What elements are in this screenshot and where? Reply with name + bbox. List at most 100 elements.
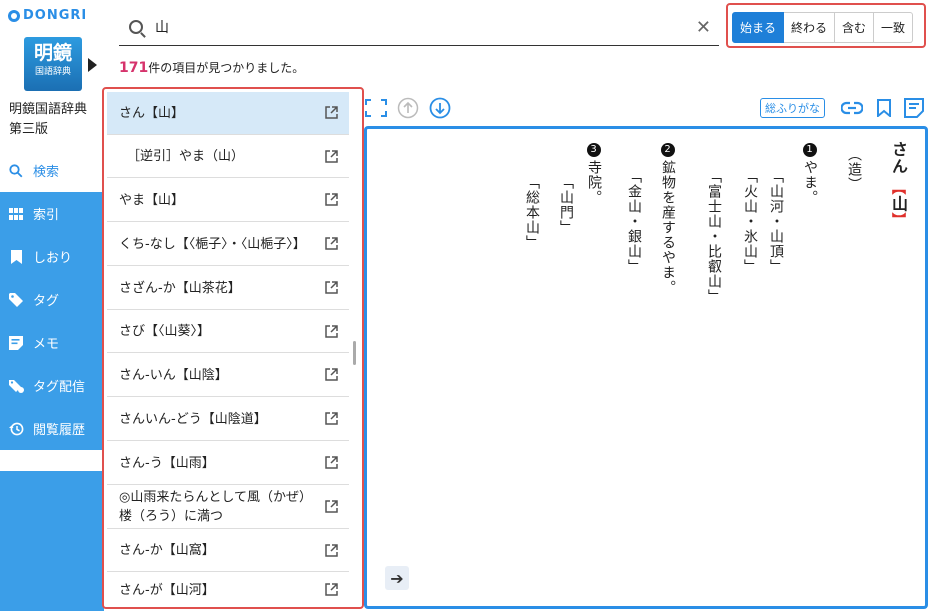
open-external-icon[interactable] — [324, 499, 339, 514]
list-item-label: やま【山】 — [119, 192, 185, 208]
sidebar-item-tag-share[interactable]: タグ配信 — [0, 364, 104, 407]
entry-reader: さん 【山】 （造） 1 やま。 「山河・山頂」 「火山・氷山」 「富士山・比叡山… — [364, 126, 928, 609]
list-item[interactable]: ◎山雨来たらんとして風（かぜ）楼（ろう）に満つ — [107, 486, 349, 529]
list-item-label: ◎山雨来たらんとして風（かぜ）楼（ろう）に満つ — [119, 490, 312, 524]
sidebar-item-index[interactable]: 索引 — [0, 192, 104, 235]
search-icon — [129, 19, 143, 34]
open-external-icon[interactable] — [324, 324, 339, 339]
result-list: さん【山】 ［逆引］やま（山） やま【山】 くち-なし【〈梔子〉・〈山梔子〉】 … — [102, 87, 364, 609]
open-external-icon[interactable] — [324, 236, 339, 251]
list-item-label: さんいん-どう【山陰道】 — [119, 411, 267, 427]
list-item-label: さざん-か【山茶花】 — [119, 280, 241, 296]
sidebar: DONGRI 明鏡 国語辞典 明鏡国語辞典 第三版 検索 索引 しおり タグ メ… — [0, 0, 104, 611]
result-count-number: 171 — [119, 60, 149, 76]
open-external-icon[interactable] — [324, 543, 339, 558]
dictionary-edition: 第三版 — [9, 122, 49, 137]
mode-ends-with-button[interactable]: 終わる — [784, 12, 836, 43]
furigana-toggle-button[interactable]: 総ふりがな — [760, 98, 825, 118]
dictionary-cover[interactable]: 明鏡 国語辞典 — [24, 37, 82, 91]
reader-toolbar: 総ふりがな — [364, 96, 928, 122]
match-mode-group: 始まる 終わる 含む 一致 — [726, 3, 926, 48]
list-item[interactable]: くち-なし【〈梔子〉・〈山梔子〉】 — [107, 223, 349, 266]
link-icon[interactable] — [840, 96, 864, 120]
sense-1-example: 「富士山・比叡山」 — [706, 169, 722, 304]
sense-2-definition: 2 鉱物を産するやま。 — [659, 143, 677, 295]
list-item[interactable]: さん-が【山河】 — [107, 573, 349, 607]
sidebar-item-label: しおり — [33, 251, 73, 266]
sidebar-item-tags[interactable]: タグ — [0, 278, 104, 321]
sidebar-item-label: タグ — [33, 294, 60, 309]
open-external-icon[interactable] — [324, 455, 339, 470]
list-item-label: さん-いん【山陰】 — [119, 367, 228, 383]
sidebar-item-history[interactable]: 閲覧履歴 — [0, 407, 104, 450]
headword-bracket-close: 】 — [890, 212, 906, 228]
list-item-label: さび【〈山葵〉】 — [119, 324, 211, 339]
list-item[interactable]: さん-いん【山陰】 — [107, 354, 349, 397]
fullscreen-icon[interactable] — [364, 96, 388, 120]
dictionary-cover-title: 明鏡 — [33, 42, 72, 64]
open-external-icon[interactable] — [324, 582, 339, 597]
mode-contains-button[interactable]: 含む — [835, 12, 875, 43]
dongri-logo-icon — [8, 9, 20, 22]
list-item[interactable]: さん-う【山雨】 — [107, 442, 349, 485]
sense-3-definition: 3 寺院。 — [585, 143, 603, 205]
list-item[interactable]: さん-か【山窩】 — [107, 530, 349, 572]
open-external-icon[interactable] — [324, 411, 339, 426]
sidebar-item-label: メモ — [33, 337, 60, 352]
dictionary-cover-subtitle: 国語辞典 — [34, 67, 71, 77]
list-item-label: さん【山】 — [119, 105, 185, 121]
entry-headword: さん 【山】 — [889, 141, 908, 228]
sidebar-background — [0, 471, 104, 611]
sense-text: 寺院。 — [586, 160, 602, 205]
sense-number: 3 — [587, 143, 601, 157]
mode-exact-button[interactable]: 一致 — [874, 12, 914, 43]
list-item-label: さん-か【山窩】 — [119, 543, 215, 558]
headword-bracket-open: 【 — [890, 180, 906, 196]
list-scrollbar[interactable] — [353, 341, 356, 365]
sense-1-definition: 1 やま。 — [801, 143, 819, 205]
scroll-down-icon[interactable] — [428, 96, 452, 120]
list-item[interactable]: さび【〈山葵〉】 — [107, 311, 349, 353]
sense-number: 1 — [803, 143, 817, 157]
list-item-label: さん-う【山雨】 — [119, 455, 215, 471]
sidebar-item-search[interactable]: 検索 — [0, 149, 104, 192]
list-item[interactable]: やま【山】 — [107, 179, 349, 222]
sidebar-item-label: 索引 — [33, 208, 60, 223]
list-item-label: くち-なし【〈梔子〉・〈山梔子〉】 — [119, 236, 306, 252]
result-count-suffix: 件の項目が見つかりました。 — [148, 61, 305, 75]
sense-1-example: 「山河・山頂」 — [768, 169, 784, 274]
sidebar-item-memo[interactable]: メモ — [0, 321, 104, 364]
sense-1-example: 「火山・氷山」 — [742, 169, 758, 274]
search-input[interactable] — [155, 18, 675, 35]
open-external-icon[interactable] — [324, 280, 339, 295]
result-count: 171件の項目が見つかりました。 — [119, 59, 304, 76]
memo-icon — [8, 335, 24, 350]
list-item[interactable]: さんいん-どう【山陰道】 — [107, 398, 349, 441]
list-item-label: ［逆引］やま（山） — [127, 149, 245, 164]
open-external-icon[interactable] — [324, 367, 339, 382]
play-arrow-icon[interactable] — [88, 58, 97, 72]
list-item[interactable]: さざん-か【山茶花】 — [107, 267, 349, 310]
open-external-icon[interactable] — [324, 192, 339, 207]
sidebar-item-label: 閲覧履歴 — [33, 423, 86, 438]
bookmark-icon[interactable] — [874, 96, 894, 120]
tag-share-icon — [8, 379, 24, 393]
app-window: DONGRI 明鏡 国語辞典 明鏡国語辞典 第三版 検索 索引 しおり タグ メ… — [0, 0, 928, 611]
list-item[interactable]: さん【山】 — [107, 92, 349, 135]
brand-logo[interactable]: DONGRI — [8, 8, 87, 23]
mode-starts-with-button[interactable]: 始まる — [732, 12, 785, 43]
open-external-icon[interactable] — [324, 149, 339, 164]
sense-2-example: 「金山・銀山」 — [626, 169, 642, 274]
list-item[interactable]: ［逆引］やま（山） — [107, 136, 349, 178]
memo-icon[interactable] — [902, 96, 926, 120]
sidebar-item-bookmarks[interactable]: しおり — [0, 235, 104, 278]
clear-icon[interactable]: ✕ — [696, 17, 711, 38]
dictionary-name-line1: 明鏡国語辞典 — [9, 102, 88, 117]
sidebar-item-label: 検索 — [33, 165, 60, 180]
scroll-up-icon[interactable] — [396, 96, 420, 120]
open-external-icon[interactable] — [324, 105, 339, 120]
dictionary-name: 明鏡国語辞典 第三版 — [9, 100, 87, 140]
next-entry-arrow-icon[interactable]: ➔ — [385, 566, 409, 590]
list-item-label: さん-が【山河】 — [119, 582, 215, 598]
bookmark-icon — [8, 249, 24, 264]
